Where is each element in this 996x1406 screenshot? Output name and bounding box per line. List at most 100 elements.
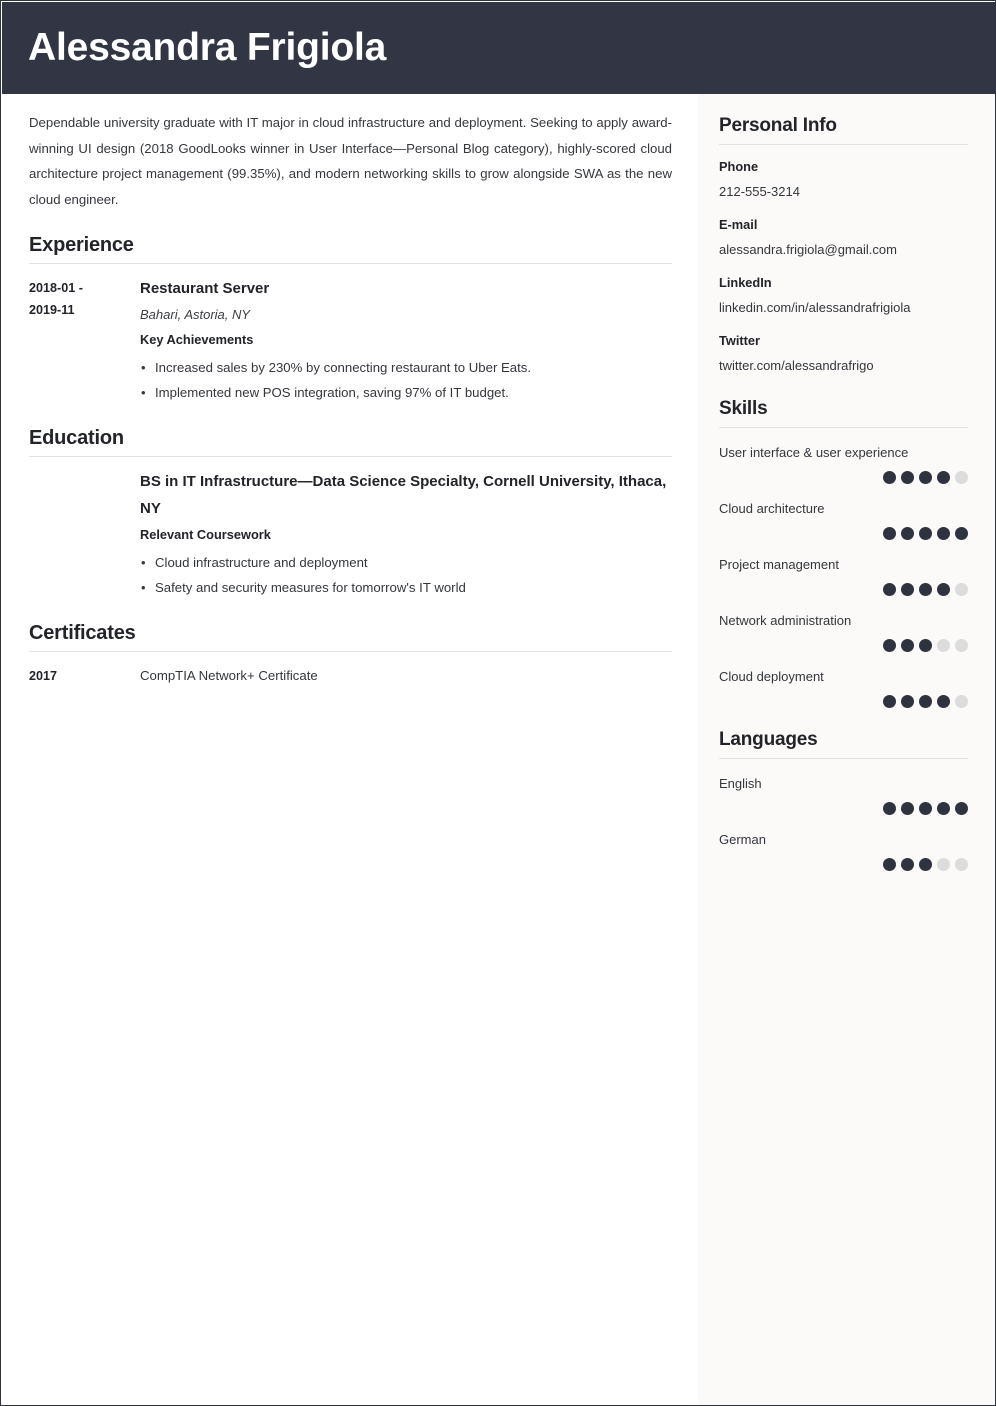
coursework-list: Cloud infrastructure and deployment Safe… xyxy=(140,550,672,600)
rating-dot-filled xyxy=(919,583,932,596)
rating-dot-empty xyxy=(937,639,950,652)
info-label: Twitter xyxy=(719,333,760,348)
entry-date-line-2: 2019-11 xyxy=(29,303,75,317)
phone-value: 212-555-3214 xyxy=(719,184,800,199)
skill-label: User interface & user experience xyxy=(719,445,909,460)
job-title: Restaurant Server xyxy=(140,280,270,297)
rating-dot-filled xyxy=(883,471,896,484)
rating-dot-empty xyxy=(955,639,968,652)
list-item: Safety and security measures for tomorro… xyxy=(140,575,672,600)
rating-dot-filled xyxy=(883,695,896,708)
skill-rating-dots xyxy=(719,471,968,484)
rating-dot-filled xyxy=(919,695,932,708)
list-item: Cloud infrastructure and deployment xyxy=(140,550,672,575)
rating-dot-filled xyxy=(883,583,896,596)
info-label: LinkedIn xyxy=(719,275,772,290)
sidebar-column: Personal Info Phone 212-555-3214 E-mail … xyxy=(698,94,995,1405)
rating-dot-filled xyxy=(901,802,914,815)
skill-rating-dots xyxy=(719,639,968,652)
language-item: English xyxy=(719,773,968,815)
skill-label: Network administration xyxy=(719,613,852,628)
rating-dot-filled xyxy=(919,858,932,871)
rating-dot-empty xyxy=(937,858,950,871)
education-entry: BS in IT Infrastructure—Data Science Spe… xyxy=(29,468,672,600)
language-rating-dots xyxy=(719,802,968,815)
entry-body: CompTIA Network+ Certificate xyxy=(140,663,672,687)
entry-date: 2017 xyxy=(29,669,58,683)
language-rating-dots xyxy=(719,858,968,871)
rating-dot-filled xyxy=(937,802,950,815)
skill-label: Cloud deployment xyxy=(719,669,824,684)
achievement-list: Increased sales by 230% by connecting re… xyxy=(140,355,672,405)
skill-rating-dots xyxy=(719,583,968,596)
rating-dot-filled xyxy=(883,527,896,540)
skills-list: User interface & user experience Cloud a… xyxy=(719,442,968,708)
relevant-coursework-label: Relevant Coursework xyxy=(140,527,271,542)
email-value[interactable]: alessandra.frigiola@gmail.com xyxy=(719,239,968,261)
language-label: German xyxy=(719,832,766,847)
personal-info-item-phone: Phone 212-555-3214 xyxy=(719,156,968,203)
resume-page: Alessandra Frigiola Dependable universit… xyxy=(0,0,996,1406)
section-heading-languages: Languages xyxy=(719,727,968,759)
entry-date: 2018-01 - 2019-11 xyxy=(29,275,140,405)
degree-title: BS in IT Infrastructure—Data Science Spe… xyxy=(140,473,667,517)
certificate-entry: 2017 CompTIA Network+ Certificate xyxy=(29,663,672,687)
rating-dot-filled xyxy=(901,695,914,708)
skill-label: Cloud architecture xyxy=(719,501,825,516)
info-label: Phone xyxy=(719,159,759,174)
skill-rating-dots xyxy=(719,695,968,708)
rating-dot-filled xyxy=(937,471,950,484)
experience-entry: 2018-01 - 2019-11 Restaurant Server Baha… xyxy=(29,275,672,405)
section-heading-skills: Skills xyxy=(719,396,968,428)
rating-dot-empty xyxy=(955,471,968,484)
entry-date xyxy=(29,468,140,600)
rating-dot-filled xyxy=(901,858,914,871)
entry-body: Restaurant Server Bahari, Astoria, NY Ke… xyxy=(140,275,672,405)
personal-info-item-twitter: Twitter twitter.com/alessandrafrigo xyxy=(719,330,968,377)
rating-dot-filled xyxy=(883,858,896,871)
page-title: Alessandra Frigiola xyxy=(28,26,387,69)
skill-rating-dots xyxy=(719,527,968,540)
linkedin-value[interactable]: linkedin.com/in/alessandrafrigiola xyxy=(719,297,968,319)
rating-dot-filled xyxy=(955,802,968,815)
skill-label: Project management xyxy=(719,557,839,572)
entry-date-line-1: 2018-01 - xyxy=(29,281,83,295)
section-heading-certificates: Certificates xyxy=(29,620,672,652)
rating-dot-filled xyxy=(919,527,932,540)
entry-body: BS in IT Infrastructure—Data Science Spe… xyxy=(140,468,672,600)
twitter-value[interactable]: twitter.com/alessandrafrigo xyxy=(719,355,968,377)
rating-dot-filled xyxy=(919,802,932,815)
professional-summary: Dependable university graduate with IT m… xyxy=(29,115,672,207)
skill-item: User interface & user experience xyxy=(719,442,968,484)
rating-dot-empty xyxy=(955,583,968,596)
resume-body: Dependable university graduate with IT m… xyxy=(2,94,995,1405)
section-heading-personal-info: Personal Info xyxy=(719,113,968,145)
info-label: E-mail xyxy=(719,217,758,232)
main-column: Dependable university graduate with IT m… xyxy=(2,94,698,1405)
rating-dot-empty xyxy=(955,858,968,871)
rating-dot-filled xyxy=(901,583,914,596)
skill-item: Cloud architecture xyxy=(719,498,968,540)
rating-dot-filled xyxy=(937,695,950,708)
resume-header-band: Alessandra Frigiola xyxy=(2,2,995,94)
rating-dot-filled xyxy=(901,639,914,652)
rating-dot-filled xyxy=(919,639,932,652)
rating-dot-filled xyxy=(955,527,968,540)
skill-item: Project management xyxy=(719,554,968,596)
personal-info-item-email: E-mail alessandra.frigiola@gmail.com xyxy=(719,214,968,261)
key-achievements-label: Key Achievements xyxy=(140,332,254,347)
section-heading-experience: Experience xyxy=(29,232,672,264)
rating-dot-filled xyxy=(901,471,914,484)
certificate-name: CompTIA Network+ Certificate xyxy=(140,668,318,683)
rating-dot-filled xyxy=(883,639,896,652)
languages-list: English German xyxy=(719,773,968,871)
rating-dot-empty xyxy=(955,695,968,708)
rating-dot-filled xyxy=(901,527,914,540)
list-item: Increased sales by 230% by connecting re… xyxy=(140,355,672,380)
skill-item: Cloud deployment xyxy=(719,666,968,708)
list-item: Implemented new POS integration, saving … xyxy=(140,380,672,405)
skill-item: Network administration xyxy=(719,610,968,652)
rating-dot-filled xyxy=(937,583,950,596)
language-item: German xyxy=(719,829,968,871)
language-label: English xyxy=(719,776,762,791)
